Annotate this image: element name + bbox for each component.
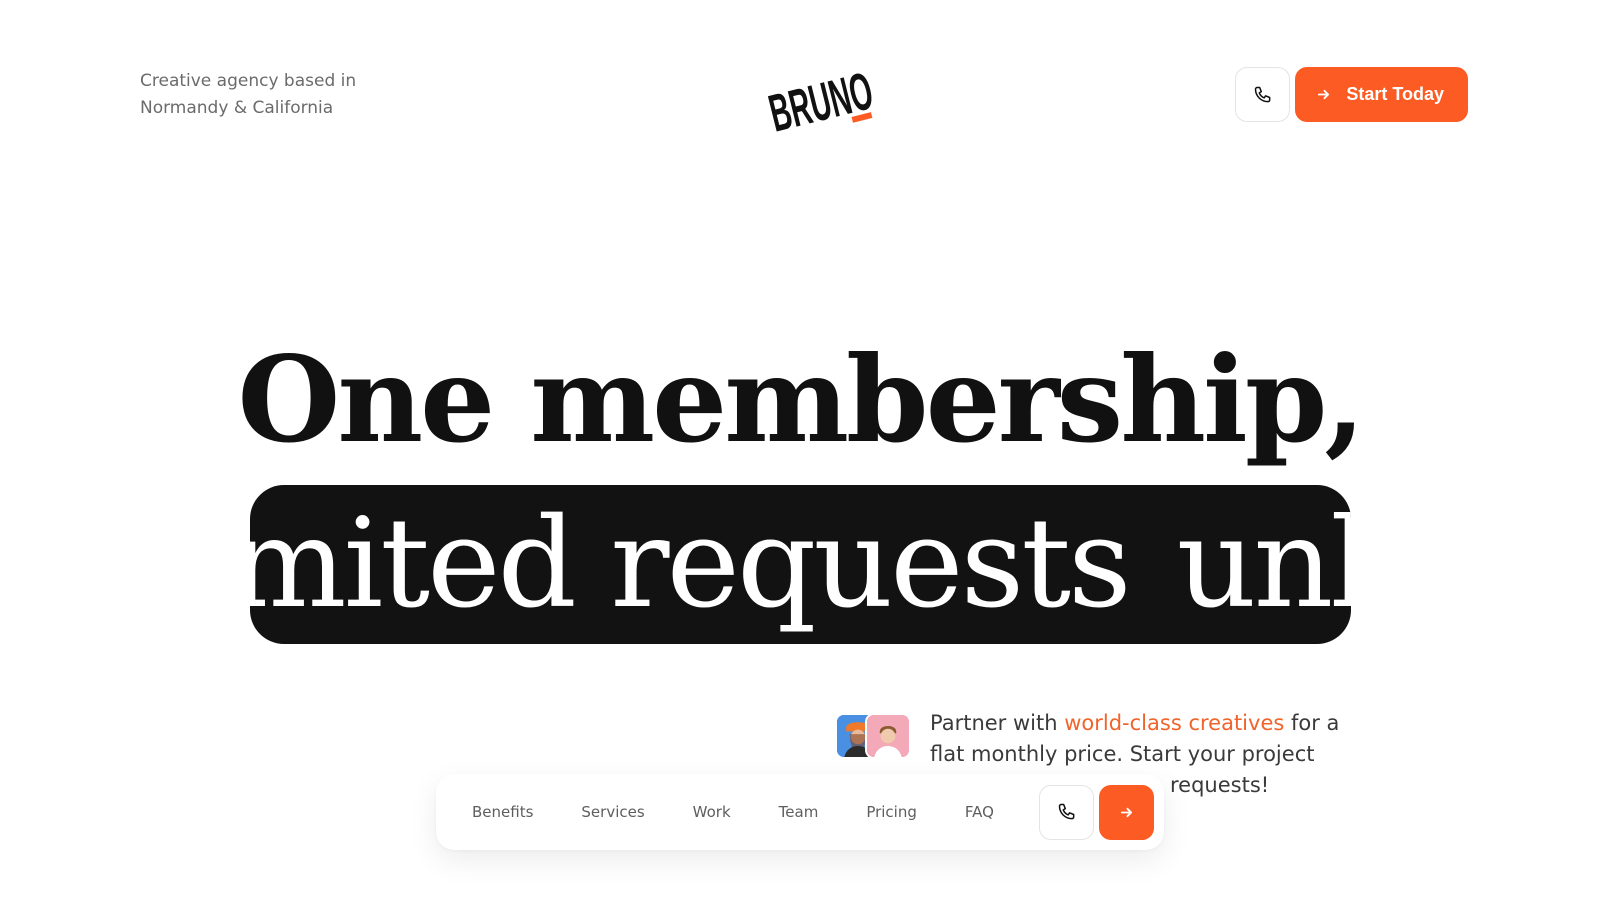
hero-marquee: unlimited requests unlimited requests un… — [250, 485, 1351, 644]
team-avatars — [835, 713, 915, 761]
blurb-accent-text: world-class creatives — [1064, 711, 1285, 735]
nav-link-faq[interactable]: FAQ — [965, 803, 994, 821]
arrow-right-icon — [1318, 89, 1330, 100]
man-avatar-icon — [867, 715, 909, 757]
nav-link-benefits[interactable]: Benefits — [472, 803, 533, 821]
marquee-text: unlimited requests — [1176, 492, 1351, 636]
landing-page: Creative agency based in Normandy & Cali… — [0, 0, 1600, 910]
tagline-line-1: Creative agency based in — [140, 71, 357, 91]
marquee-track: unlimited requests unlimited requests un… — [250, 485, 1351, 644]
marquee-text: unlimited requests — [250, 492, 1132, 636]
start-today-button[interactable]: Start Today — [1295, 67, 1468, 122]
header-phone-button[interactable] — [1235, 67, 1291, 122]
nav-phone-button[interactable] — [1039, 784, 1094, 840]
phone-icon — [1058, 803, 1074, 820]
bruno-logo-mark: BRUNO — [763, 60, 878, 143]
floating-nav: Benefits Services Work Team Pricing FAQ — [436, 774, 1164, 850]
start-today-label: Start Today — [1346, 84, 1444, 104]
avatar — [865, 713, 911, 759]
blurb-text-before: Partner with — [930, 711, 1065, 735]
tagline-line-2: Normandy & California — [140, 98, 334, 118]
phone-icon — [1254, 86, 1271, 102]
nav-link-services[interactable]: Services — [581, 803, 644, 821]
nav-link-team[interactable]: Team — [779, 803, 819, 821]
bruno-logo[interactable]: BRUNO — [760, 50, 880, 145]
nav-go-button[interactable] — [1099, 784, 1154, 840]
agency-tagline: Creative agency based in Normandy & Cali… — [140, 68, 400, 122]
nav-actions — [1039, 784, 1154, 840]
arrow-right-icon — [1120, 807, 1133, 817]
nav-link-pricing[interactable]: Pricing — [866, 803, 917, 821]
logo-wordmark: BRUNO — [763, 60, 878, 143]
nav-links: Benefits Services Work Team Pricing FAQ — [472, 803, 994, 821]
header-actions: Start Today — [1235, 67, 1468, 122]
nav-link-work[interactable]: Work — [693, 803, 731, 821]
hero-heading: One membership, — [237, 330, 1366, 469]
